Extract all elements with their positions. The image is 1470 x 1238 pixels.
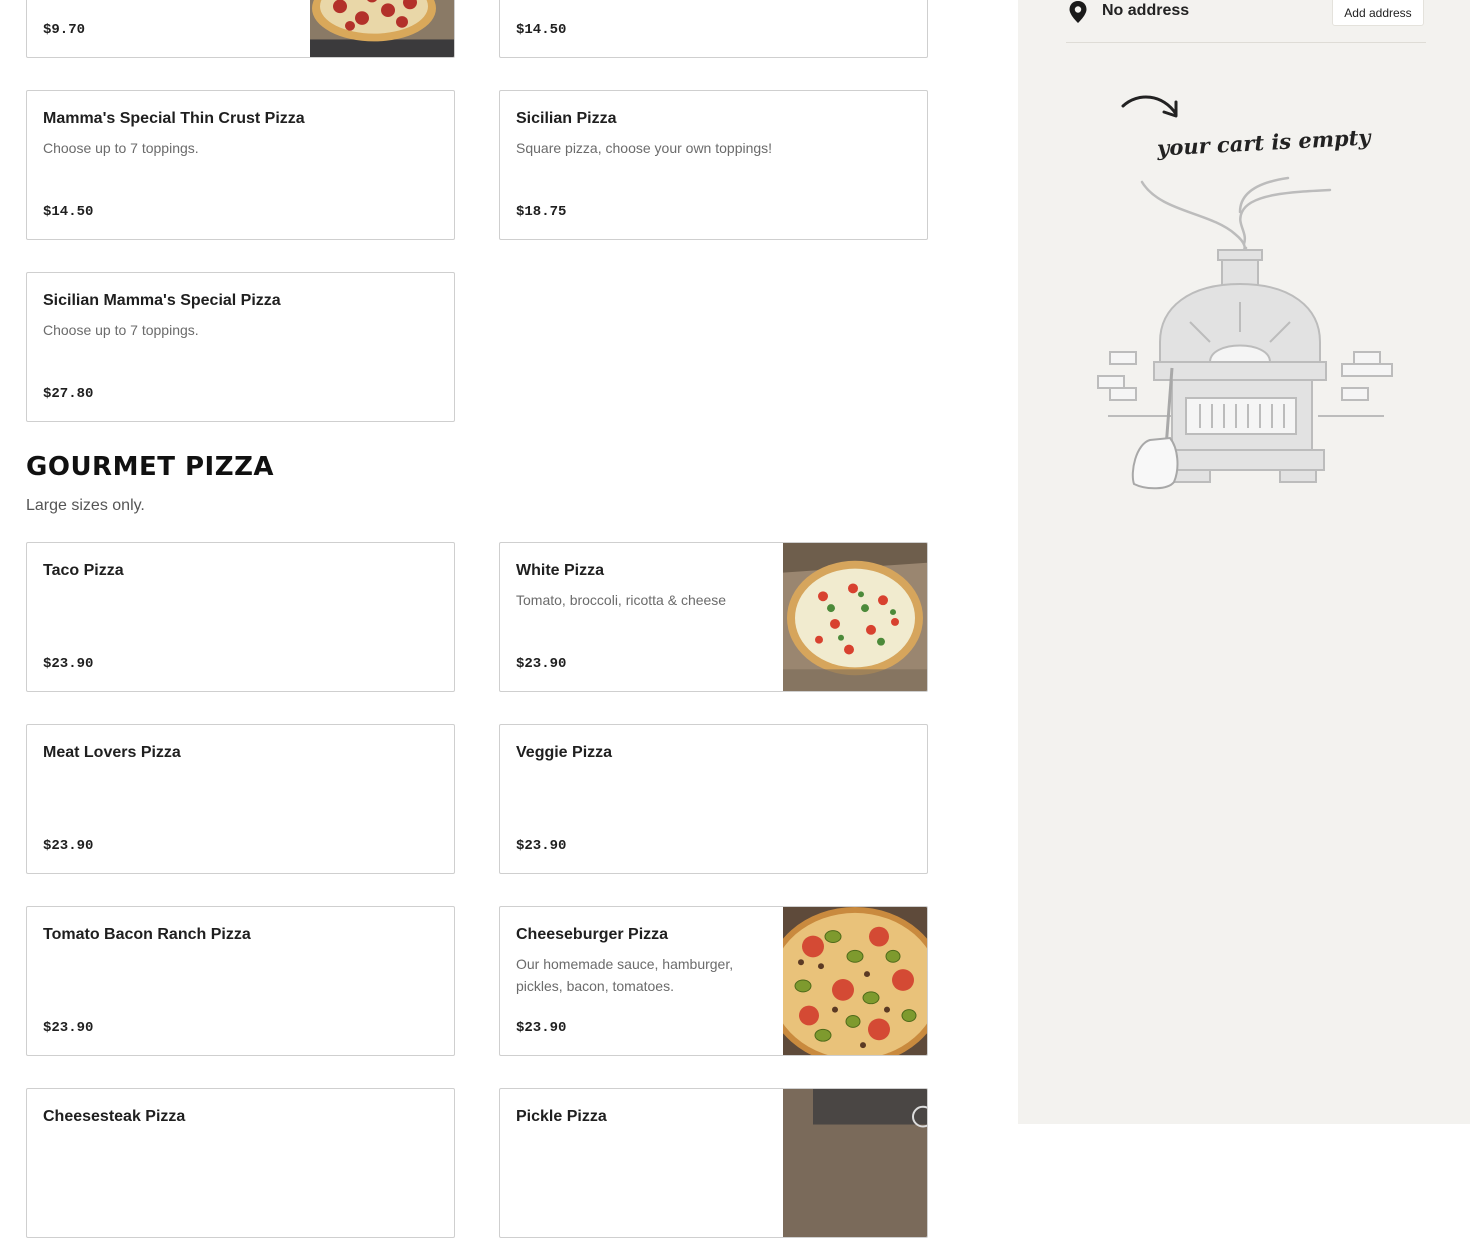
menu-item-meat-lovers-pizza[interactable]: Meat Lovers Pizza $23.90 (26, 724, 455, 874)
section-title-gourmet-pizza: GOURMET PIZZA (26, 452, 275, 482)
menu-item-tomato-bacon-ranch-pizza[interactable]: Tomato Bacon Ranch Pizza $23.90 (26, 906, 455, 1056)
menu-item-sicilian-mammas-special[interactable]: Sicilian Mamma's Special Pizza Choose up… (26, 272, 455, 422)
item-price: $23.90 (43, 838, 94, 854)
pepperoni-pizza-photo (310, 0, 454, 57)
item-description: Choose up to 7 toppings. (43, 322, 199, 338)
item-price: $23.90 (516, 1020, 567, 1036)
item-description: Square pizza, choose your own toppings! (516, 140, 773, 156)
item-price: $18.75 (516, 204, 567, 220)
add-address-button[interactable]: Add address (1332, 0, 1424, 26)
item-price: $23.90 (43, 1020, 94, 1036)
item-description: Our homemade sauce, hamburger, pickles, … (516, 956, 734, 994)
cheeseburger-pizza-photo (783, 907, 927, 1055)
menu-item-white-pizza[interactable]: White Pizza Tomato, broccoli, ricotta & … (499, 542, 928, 692)
item-name: Pickle Pizza (516, 1108, 607, 1125)
item-description: Tomato, broccoli, ricotta & cheese (516, 592, 727, 608)
section-subtitle: Large sizes only. (26, 497, 145, 514)
address-row: No address Add address (1066, 0, 1426, 43)
menu-item-card[interactable]: $9.70 (26, 0, 455, 58)
cart-sidebar: No address Add address (1018, 0, 1470, 1124)
white-pizza-photo (783, 543, 927, 691)
menu-item-sicilian-pizza[interactable]: Sicilian Pizza Square pizza, choose your… (499, 90, 928, 240)
item-name: Tomato Bacon Ranch Pizza (43, 926, 251, 943)
item-price: $9.70 (43, 22, 86, 38)
item-name: Cheeseburger Pizza (516, 926, 669, 943)
curved-arrow-icon (1121, 95, 1178, 118)
menu-main: $9.70 $14.50 Mamma's Special Thin Crust … (0, 0, 1018, 1238)
pizza-oven-illustration (1097, 176, 1393, 490)
menu-item-card[interactable]: $14.50 (499, 0, 928, 58)
item-name: Taco Pizza (43, 562, 124, 579)
menu-item-taco-pizza[interactable]: Taco Pizza $23.90 (26, 542, 455, 692)
item-price: $14.50 (516, 22, 567, 38)
address-text: No address (1102, 2, 1190, 19)
item-name: Meat Lovers Pizza (43, 744, 181, 761)
item-name: Veggie Pizza (516, 744, 613, 761)
location-pin-icon (1069, 1, 1087, 23)
item-name: Sicilian Mamma's Special Pizza (43, 292, 281, 309)
pickle-pizza-photo (783, 1089, 927, 1237)
item-name: Mamma's Special Thin Crust Pizza (43, 110, 305, 127)
item-name: Sicilian Pizza (516, 110, 617, 127)
menu-item-mammas-special-thin-crust[interactable]: Mamma's Special Thin Crust Pizza Choose … (26, 90, 455, 240)
item-price: $14.50 (43, 204, 94, 220)
item-name: White Pizza (516, 562, 605, 579)
item-price: $23.90 (43, 656, 94, 672)
item-description: Choose up to 7 toppings. (43, 140, 199, 156)
item-price: $23.90 (516, 838, 567, 854)
menu-item-cheesesteak-pizza[interactable]: Cheesesteak Pizza (26, 1088, 455, 1238)
item-price: $23.90 (516, 656, 567, 672)
menu-item-cheeseburger-pizza[interactable]: Cheeseburger Pizza Our homemade sauce, h… (499, 906, 928, 1056)
item-price: $27.80 (43, 386, 94, 402)
menu-item-veggie-pizza[interactable]: Veggie Pizza $23.90 (499, 724, 928, 874)
item-name: Cheesesteak Pizza (43, 1108, 186, 1125)
menu-item-pickle-pizza[interactable]: Pickle Pizza (499, 1088, 928, 1238)
